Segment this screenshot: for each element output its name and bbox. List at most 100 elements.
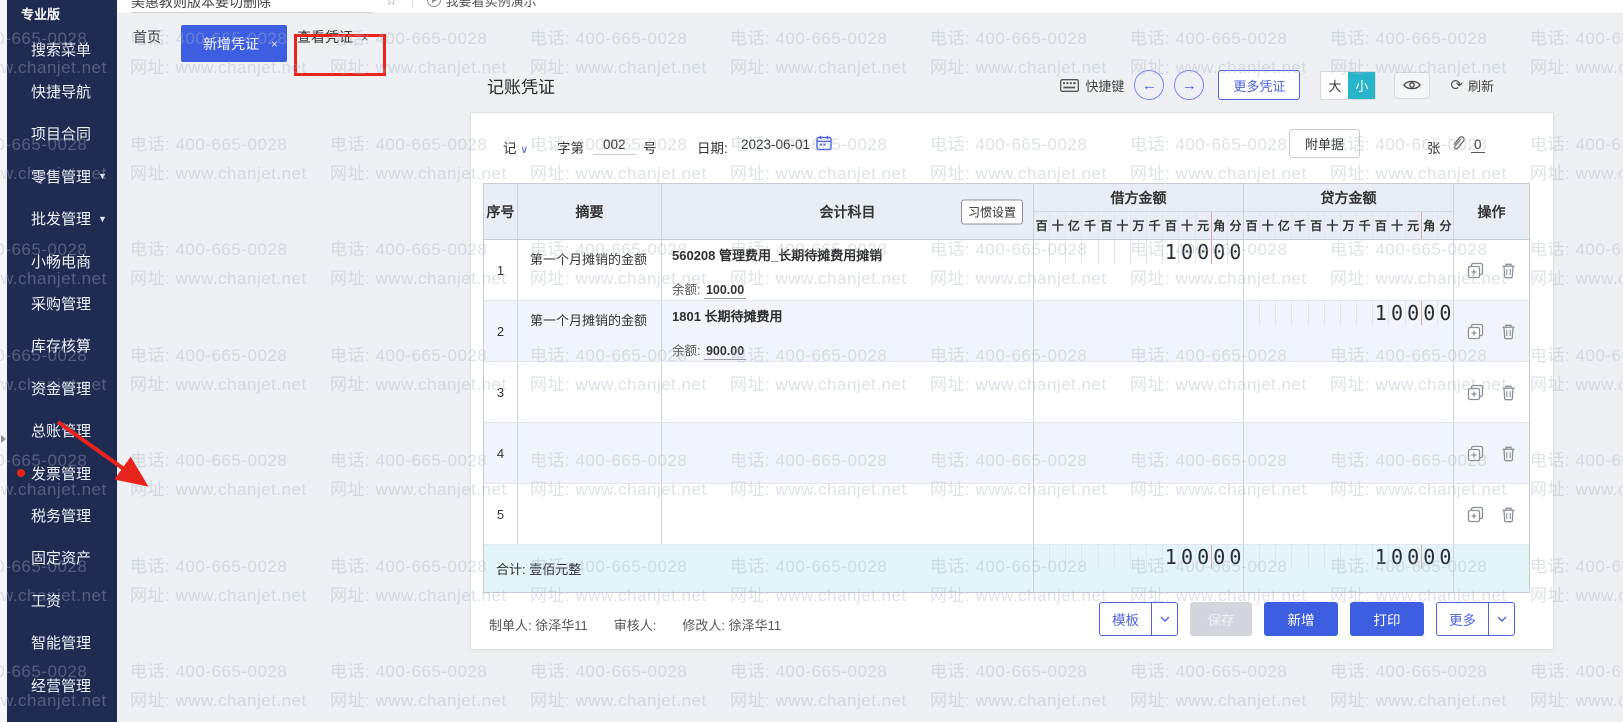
sidebar-item-零售管理[interactable]: 零售管理 ▼ — [7, 155, 117, 197]
sidebar-item-固定资产[interactable]: 固定资产 — [7, 537, 117, 579]
paperclip-icon[interactable] — [1451, 135, 1466, 154]
digit-cell[interactable]: 1 — [1373, 301, 1390, 325]
credit-amount-cell[interactable] — [1244, 362, 1454, 422]
digit-cell[interactable] — [1309, 545, 1325, 569]
digit-cell[interactable]: 0 — [1212, 545, 1228, 569]
sidebar-item-库存核算[interactable]: 库存核算 — [7, 325, 117, 367]
digit-cell[interactable] — [1082, 545, 1099, 569]
digit-cell[interactable] — [1357, 545, 1374, 569]
visibility-button[interactable] — [1394, 71, 1431, 99]
digit-cell[interactable]: 0 — [1179, 240, 1196, 264]
digit-cell[interactable] — [1244, 301, 1261, 325]
sidebar-item-小畅电商[interactable]: 小畅电商 — [7, 240, 117, 282]
prev-voucher-button[interactable]: ← — [1134, 70, 1165, 100]
size-small-option[interactable]: 小 — [1348, 71, 1376, 99]
delete-row-icon[interactable] — [1500, 323, 1517, 340]
digit-cell[interactable]: 1 — [1163, 545, 1180, 569]
shortcut-keys-button[interactable]: 快捷键 — [1060, 76, 1124, 95]
digit-cell[interactable]: 0 — [1228, 545, 1243, 569]
close-icon[interactable]: × — [361, 30, 369, 45]
sidebar-item-工资[interactable]: 工资 — [7, 579, 117, 621]
sidebar-collapse-handle[interactable] — [0, 430, 7, 448]
digit-cell[interactable] — [1276, 301, 1293, 325]
credit-amount-cell[interactable] — [1244, 240, 1454, 300]
balance-value[interactable]: 100.00 — [703, 283, 747, 299]
copy-row-icon[interactable] — [1467, 262, 1484, 279]
sidebar-item-智能管理[interactable]: 智能管理 — [7, 621, 117, 663]
sidebar-item-采购管理[interactable]: 采购管理 — [7, 282, 117, 324]
copy-row-icon[interactable] — [1467, 445, 1484, 462]
copy-row-icon[interactable] — [1467, 506, 1484, 523]
digit-cell[interactable]: 0 — [1389, 301, 1406, 325]
credit-amount-cell[interactable] — [1244, 423, 1454, 483]
digit-cell[interactable]: 0 — [1196, 240, 1212, 264]
digit-cell[interactable]: 0 — [1422, 545, 1438, 569]
account-cell[interactable]: 1801 长期待摊费用 余额: 900.00 — [662, 301, 1034, 361]
digit-cell[interactable] — [1066, 545, 1083, 569]
sidebar-item-税务管理[interactable]: 税务管理 — [7, 494, 117, 536]
delete-row-icon[interactable] — [1500, 445, 1517, 462]
digit-cell[interactable] — [1131, 545, 1148, 569]
digit-cell[interactable] — [1050, 545, 1067, 569]
digit-cell[interactable] — [1260, 301, 1277, 325]
account-cell[interactable] — [662, 362, 1034, 422]
sidebar-item-项目合同[interactable]: 项目合同 — [7, 113, 117, 155]
delete-row-icon[interactable] — [1500, 506, 1517, 523]
attachment-count[interactable]: 0 — [1471, 137, 1485, 153]
next-voucher-button[interactable]: → — [1174, 70, 1205, 100]
tab-home[interactable]: 首页 — [133, 27, 161, 47]
delete-row-icon[interactable] — [1500, 384, 1517, 401]
digit-cell[interactable]: 0 — [1196, 545, 1212, 569]
credit-amount-cell[interactable]: 10000 — [1244, 301, 1454, 361]
digit-cell[interactable] — [1292, 301, 1309, 325]
digit-cell[interactable] — [1050, 240, 1067, 264]
digit-cell[interactable] — [1115, 545, 1131, 569]
digit-cell[interactable]: 1 — [1373, 545, 1390, 569]
copy-row-icon[interactable] — [1467, 323, 1484, 340]
account-cell[interactable] — [662, 423, 1034, 483]
digit-cell[interactable] — [1147, 240, 1164, 264]
digit-cell[interactable] — [1357, 301, 1374, 325]
sidebar-item-搜索菜单[interactable]: 搜索菜单 — [7, 28, 117, 70]
digit-cell[interactable]: 0 — [1406, 301, 1422, 325]
tab-view-voucher[interactable]: 查看凭证 × — [297, 27, 369, 47]
digit-cell[interactable] — [1325, 301, 1341, 325]
delete-row-icon[interactable] — [1500, 262, 1517, 279]
size-large-option[interactable]: 大 — [1321, 71, 1349, 99]
digit-cell[interactable]: 0 — [1438, 301, 1453, 325]
refresh-button[interactable]: ⟳ 刷新 — [1450, 76, 1494, 95]
account-cell[interactable] — [662, 484, 1034, 544]
attachment-button[interactable]: 附单据 — [1289, 129, 1361, 158]
digit-cell[interactable]: 0 — [1212, 240, 1228, 264]
digit-cell[interactable]: 0 — [1406, 545, 1422, 569]
debit-amount-cell[interactable] — [1034, 423, 1244, 483]
digit-cell[interactable] — [1034, 545, 1051, 569]
digit-cell[interactable] — [1115, 240, 1131, 264]
habit-settings-button[interactable]: 习惯设置 — [960, 199, 1023, 224]
digit-cell[interactable] — [1131, 240, 1148, 264]
template-button[interactable]: 模板 — [1099, 602, 1178, 636]
chevron-down-icon[interactable] — [1488, 603, 1514, 635]
more-button[interactable]: 更多 — [1436, 602, 1515, 636]
debit-amount-cell[interactable] — [1034, 362, 1244, 422]
copy-row-icon[interactable] — [1467, 384, 1484, 401]
digit-cell[interactable]: 0 — [1389, 545, 1406, 569]
summary-cell[interactable] — [518, 484, 662, 544]
digit-cell[interactable] — [1325, 545, 1341, 569]
account-cell[interactable]: 560208 管理费用_长期待摊费用摊销 余额: 100.00 — [662, 240, 1034, 300]
digit-cell[interactable] — [1244, 545, 1261, 569]
digit-cell[interactable]: 0 — [1422, 301, 1438, 325]
debit-amount-cell[interactable] — [1034, 301, 1244, 361]
digit-cell[interactable] — [1276, 545, 1293, 569]
digit-cell[interactable] — [1309, 301, 1325, 325]
summary-cell[interactable]: 第一个月摊销的金额 — [518, 240, 662, 300]
digit-cell[interactable] — [1034, 240, 1051, 264]
more-vouchers-button[interactable]: 更多凭证 — [1218, 70, 1301, 100]
digit-cell[interactable] — [1292, 545, 1309, 569]
credit-amount-cell[interactable] — [1244, 484, 1454, 544]
truncated-title-field[interactable]: 美惠教则版本要切删除 — [131, 0, 373, 13]
debit-amount-cell[interactable]: 10000 — [1034, 240, 1244, 300]
summary-cell[interactable] — [518, 423, 662, 483]
balance-value[interactable]: 900.00 — [703, 344, 747, 360]
sidebar-item-快捷导航[interactable]: 快捷导航 — [7, 70, 117, 112]
